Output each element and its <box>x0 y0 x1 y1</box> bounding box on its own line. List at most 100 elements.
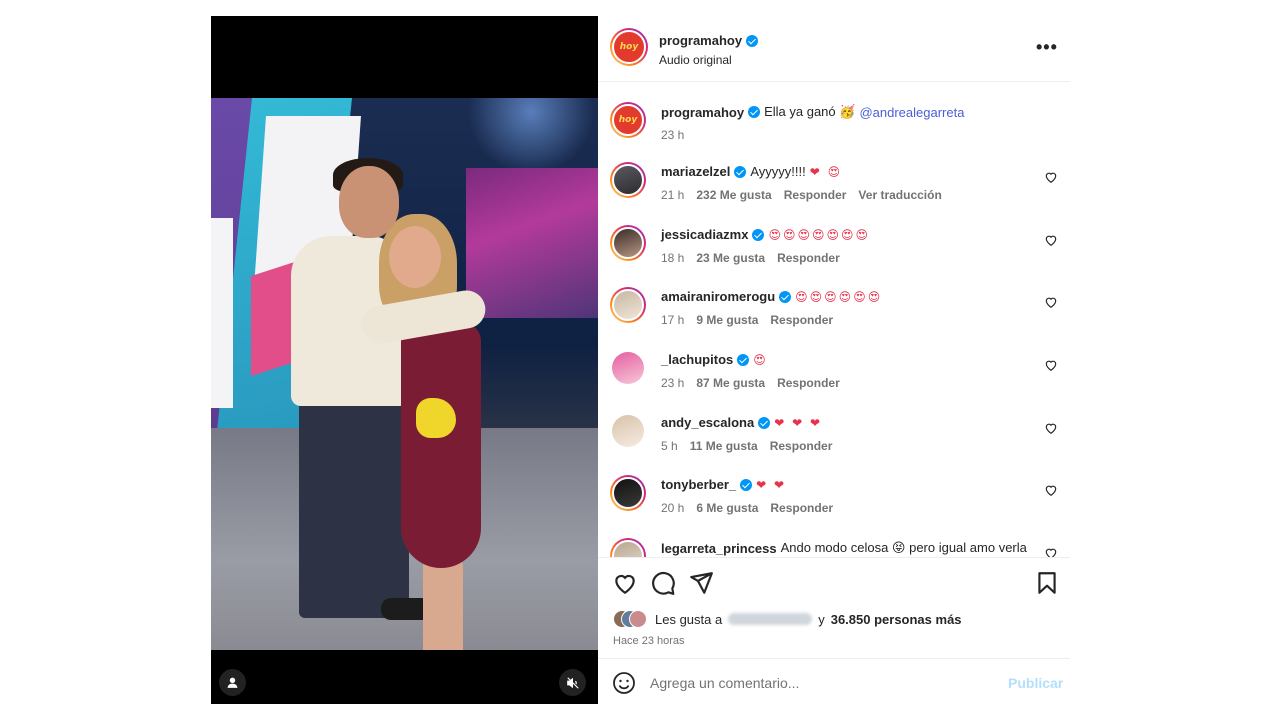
like-comment-heart-icon[interactable] <box>1044 483 1058 497</box>
publish-button[interactable]: Publicar <box>1008 675 1063 691</box>
comment-time[interactable]: 18 h <box>661 251 684 265</box>
commenter-avatar[interactable] <box>610 475 646 511</box>
commenter-avatar[interactable] <box>610 413 646 449</box>
caption-mention[interactable]: @andrealegarreta <box>859 105 964 120</box>
comment-likes[interactable]: 9 Me gusta <box>696 313 758 327</box>
comment-time[interactable]: 21 h <box>661 188 684 202</box>
caption: hoy programahoy Ella ya ganó 🥳 @andreale… <box>598 96 1070 158</box>
comment-text: Ayyyyy!!!! <box>750 164 806 179</box>
comment-time[interactable]: 23 h <box>661 376 684 390</box>
comment-time[interactable]: 20 h <box>661 501 684 515</box>
hoy-logo: hoy <box>612 30 646 64</box>
person-woman-head <box>389 226 441 288</box>
like-comment-heart-icon[interactable] <box>1044 546 1058 557</box>
avatar-photo <box>612 477 644 509</box>
comment-meta: 5 h 11 Me gusta Responder <box>661 439 832 453</box>
caption-text-row: programahoy Ella ya ganó 🥳 @andrealegarr… <box>661 104 964 120</box>
set-screen <box>466 168 598 318</box>
author-avatar[interactable]: hoy <box>610 28 648 66</box>
comment-username[interactable]: jessicadiazmx <box>661 227 748 242</box>
like-comment-heart-icon[interactable] <box>1044 295 1058 309</box>
reply-button[interactable]: Responder <box>770 313 833 327</box>
translate-button[interactable]: Ver traducción <box>858 188 941 202</box>
save-bookmark-icon[interactable] <box>1034 570 1060 596</box>
like-comment-heart-icon[interactable] <box>1044 421 1058 435</box>
caption-text: Ella ya ganó 🥳 <box>764 104 856 119</box>
post-actions: Les gusta a y 36.850 personas más Hace 2… <box>598 557 1070 658</box>
reply-button[interactable]: Responder <box>770 501 833 515</box>
audio-link[interactable]: Audio original <box>659 53 732 67</box>
comment-item: amairaniromerogu 😍😍😍😍😍😍 17 h 9 Me gusta … <box>598 281 1070 343</box>
verified-icon <box>748 106 761 118</box>
reply-button[interactable]: Responder <box>777 251 840 265</box>
comment-text-row: tonyberber_ ❤ ❤ <box>661 477 786 492</box>
like-comment-heart-icon[interactable] <box>1044 233 1058 247</box>
reply-button[interactable]: Responder <box>784 188 847 202</box>
verified-icon <box>737 353 750 366</box>
commenter-avatar[interactable] <box>610 538 646 557</box>
comment-emoji: 😍 <box>753 352 768 367</box>
comment-username[interactable]: legarreta_princess <box>661 541 777 556</box>
caption-avatar[interactable]: hoy <box>610 102 646 138</box>
comment-likes[interactable]: 87 Me gusta <box>696 376 765 390</box>
mute-button[interactable] <box>559 669 586 696</box>
avatar-photo <box>612 164 644 196</box>
comment-username[interactable]: mariazelzel <box>661 164 730 179</box>
comment-emoji: ❤ ❤ <box>756 477 787 492</box>
comment-username[interactable]: tonyberber_ <box>661 477 736 492</box>
more-options-icon[interactable]: ••• <box>1036 38 1058 56</box>
commenter-avatar[interactable] <box>610 350 646 386</box>
author-username-text[interactable]: programahoy <box>659 33 742 48</box>
avatar-photo <box>612 352 644 384</box>
speaker-muted-icon <box>566 676 579 689</box>
comment-username[interactable]: andy_escalona <box>661 415 754 430</box>
reply-button[interactable]: Responder <box>777 376 840 390</box>
comment-likes[interactable]: 6 Me gusta <box>696 501 758 515</box>
comment-bubble-icon[interactable] <box>650 570 676 596</box>
hoy-logo: hoy <box>612 104 644 136</box>
person-man-head <box>339 166 399 238</box>
comment-input[interactable] <box>650 671 990 695</box>
likes-count[interactable]: 36.850 personas más <box>831 612 962 627</box>
comment-username[interactable]: amairaniromerogu <box>661 289 775 304</box>
comments-list[interactable]: hoy programahoy Ella ya ganó 🥳 @andreale… <box>598 82 1070 557</box>
comment-meta: 20 h 6 Me gusta Responder <box>661 501 833 515</box>
post-media[interactable] <box>211 16 598 704</box>
verified-icon <box>734 165 747 178</box>
caption-username[interactable]: programahoy <box>661 105 744 120</box>
comment-emoji: ❤ ❤ ❤ <box>774 415 823 430</box>
comment-meta: 18 h 23 Me gusta Responder <box>661 251 840 265</box>
tagged-users-button[interactable] <box>219 669 246 696</box>
comment-likes[interactable]: 23 Me gusta <box>696 251 765 265</box>
like-comment-heart-icon[interactable] <box>1044 358 1058 372</box>
comment-item: mariazelzel Ayyyyy!!!! ❤ 😍 21 h 232 Me g… <box>598 156 1070 218</box>
like-comment-heart-icon[interactable] <box>1044 170 1058 184</box>
comment-meta: 21 h 232 Me gusta Responder Ver traducci… <box>661 188 942 202</box>
like-heart-icon[interactable] <box>612 570 638 596</box>
video-frame[interactable] <box>211 98 598 650</box>
person-woman-legs <box>423 558 463 650</box>
comment-time[interactable]: 17 h <box>661 313 684 327</box>
comment-item: _lachupitos 😍 23 h 87 Me gusta Responder <box>598 344 1070 406</box>
commenter-avatar[interactable] <box>610 162 646 198</box>
caption-meta: 23 h <box>661 128 684 142</box>
share-send-icon[interactable] <box>688 570 714 596</box>
comment-likes[interactable]: 11 Me gusta <box>690 439 758 453</box>
commenter-avatar[interactable] <box>610 287 646 323</box>
comment-username[interactable]: _lachupitos <box>661 352 733 367</box>
emoji-icon[interactable] <box>612 671 636 695</box>
comment-text: Ando modo celosa 😝 pero igual amo verla <box>780 540 1027 555</box>
comment-time[interactable]: 5 h <box>661 439 678 453</box>
caption-time[interactable]: 23 h <box>661 128 684 142</box>
author-username[interactable]: programahoy <box>659 33 759 48</box>
reply-button[interactable]: Responder <box>770 439 833 453</box>
likes-summary[interactable]: Les gusta a y 36.850 personas más <box>613 610 962 628</box>
verified-icon <box>746 34 759 47</box>
comment-likes[interactable]: 232 Me gusta <box>696 188 771 202</box>
commenter-avatar[interactable] <box>610 225 646 261</box>
post-time[interactable]: Hace 23 horas <box>613 635 685 647</box>
person-man-legs <box>299 398 409 618</box>
verified-icon <box>779 290 792 303</box>
verified-icon <box>752 228 765 241</box>
comment-text-row: amairaniromerogu 😍😍😍😍😍😍 <box>661 289 882 304</box>
